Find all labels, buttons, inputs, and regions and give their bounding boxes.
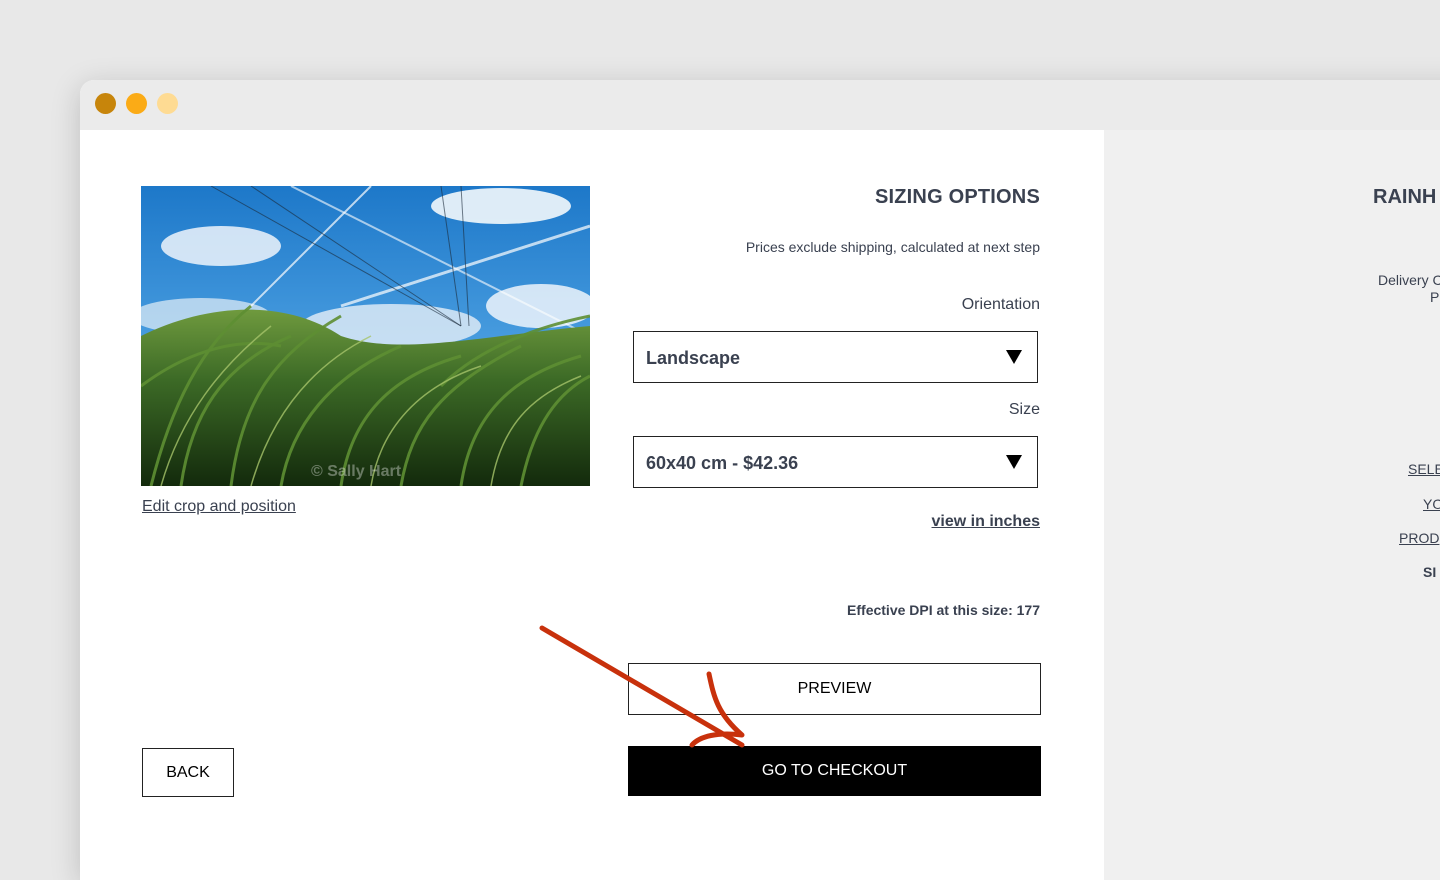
maximize-window-button[interactable] [157, 93, 178, 114]
size-select[interactable]: 60x40 cm - $42.36 [633, 436, 1038, 488]
preview-button[interactable]: PREVIEW [628, 663, 1041, 715]
product-photo: © Sally Hart [141, 186, 590, 486]
delivery-text-second-line: P [1430, 289, 1440, 305]
sidebar-title: RAINH [1373, 186, 1437, 208]
orientation-label: Orientation [961, 296, 1040, 313]
back-button[interactable]: BACK [142, 748, 234, 797]
sidebar-nav-select[interactable]: SELE [1408, 461, 1440, 477]
shipping-note: Prices exclude shipping, calculated at n… [745, 239, 1040, 255]
view-in-inches-link[interactable]: view in inches [932, 513, 1040, 531]
sidebar-nav-product[interactable]: PROD [1399, 530, 1439, 546]
browser-window: © Sally Hart Edit crop and position SIZI… [80, 80, 1440, 880]
sidebar-nav-size: SI [1423, 564, 1437, 580]
size-label: Size [1008, 401, 1040, 418]
delivery-text: Delivery C [1378, 272, 1440, 288]
sizing-options-title: SIZING OPTIONS [874, 186, 1040, 208]
sizing-panel: © Sally Hart Edit crop and position SIZI… [80, 130, 1104, 880]
order-summary-sidebar: RAINH Delivery C P SELE YO PROD SI [1104, 130, 1440, 880]
caret-down-icon [1006, 350, 1022, 364]
orientation-value: Landscape [646, 348, 741, 368]
minimize-window-button[interactable] [126, 93, 147, 114]
caret-down-icon [1006, 455, 1022, 469]
orientation-select[interactable]: Landscape [633, 331, 1038, 383]
edit-crop-link[interactable]: Edit crop and position [142, 498, 296, 516]
title-bar [80, 80, 1440, 130]
sidebar-nav-your[interactable]: YO [1423, 496, 1440, 512]
close-window-button[interactable] [95, 93, 116, 114]
size-value: 60x40 cm - $42.36 [646, 453, 799, 473]
watermark-text: © Sally Hart [311, 463, 402, 480]
go-to-checkout-button[interactable]: GO TO CHECKOUT [628, 746, 1041, 796]
effective-dpi-note: Effective DPI at this size: 177 [847, 602, 1040, 618]
